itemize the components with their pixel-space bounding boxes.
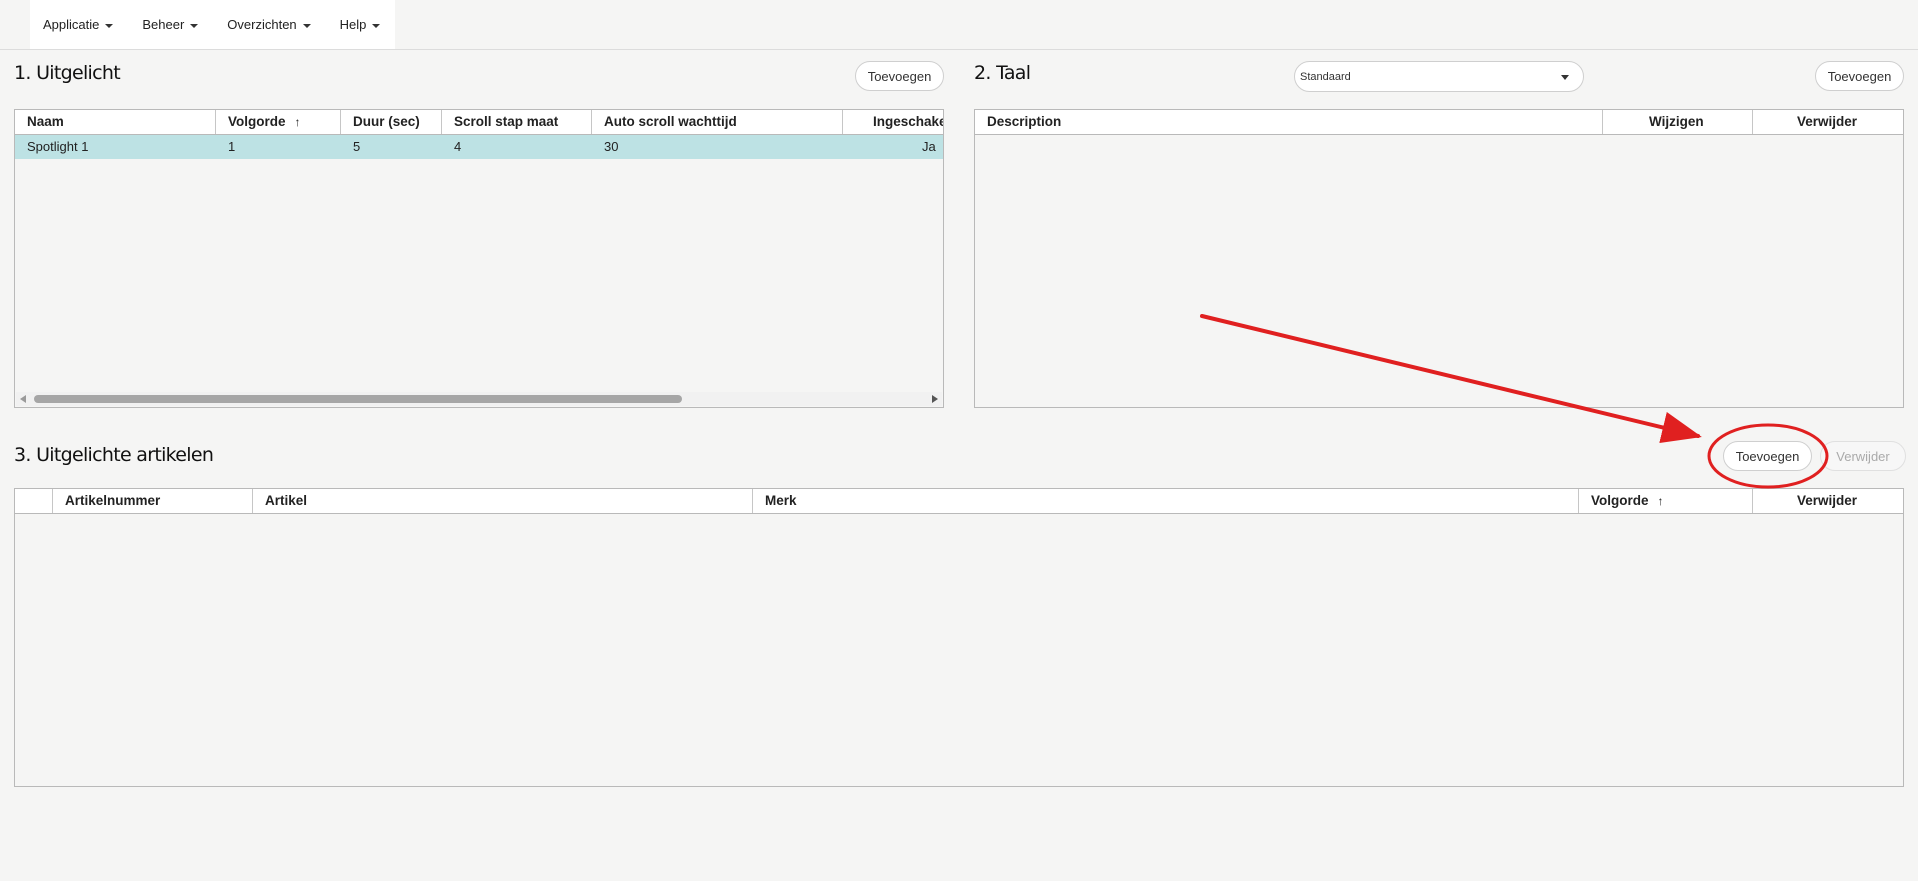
column-header-volgorde[interactable]: Volgorde ↑ — [216, 110, 341, 134]
column-header-auto-scroll-wachttijd[interactable]: Auto scroll wachttijd — [592, 110, 843, 134]
section-taal-title: 2. Taal — [974, 62, 1031, 84]
column-header-artikelnummer[interactable]: Artikelnummer — [53, 489, 253, 513]
taal-grid-header: Description Wijzigen Verwijder — [975, 110, 1903, 135]
menu-beheer[interactable]: Beheer — [142, 17, 199, 32]
menu-applicatie[interactable]: Applicatie — [43, 17, 114, 32]
cell-scroll-stap: 4 — [454, 139, 462, 154]
table-row[interactable]: Spotlight 1 1 5 4 30 Ja — [15, 135, 943, 159]
section-artikelen-title: 3. Uitgelichte artikelen — [14, 444, 214, 466]
caret-down-icon — [372, 23, 381, 28]
sort-ascending-icon: ↑ — [294, 115, 301, 129]
cell-volgorde: 1 — [228, 139, 236, 154]
menu-help-label: Help — [339, 17, 367, 32]
artikelen-remove-button[interactable]: Verwijder — [1820, 441, 1906, 471]
cell-ingeschakeld: Ja — [922, 139, 936, 154]
column-header-verwijder[interactable]: Verwijder — [1753, 489, 1903, 513]
uitgelicht-grid-header: Naam Volgorde ↑ Duur (sec) Scroll stap ma… — [15, 110, 943, 135]
cell-duur: 5 — [353, 139, 361, 154]
column-header-description[interactable]: Description — [975, 110, 1603, 134]
main-menu: Applicatie Beheer Overzichten Help — [30, 0, 396, 49]
top-navbar: Applicatie Beheer Overzichten Help — [0, 0, 1918, 50]
chevron-down-icon — [1561, 75, 1569, 80]
column-header-scroll-stap-maat[interactable]: Scroll stap maat — [442, 110, 592, 134]
scrollbar-thumb[interactable] — [34, 395, 682, 403]
caret-down-icon — [190, 23, 199, 28]
artikelen-add-button[interactable]: Toevoegen — [1723, 441, 1812, 471]
column-header-select[interactable] — [15, 489, 53, 513]
taal-select[interactable]: Standaard — [1294, 61, 1584, 92]
caret-down-icon — [302, 23, 311, 28]
sort-ascending-icon: ↑ — [1657, 494, 1664, 508]
column-header-merk[interactable]: Merk — [753, 489, 1579, 513]
section-uitgelicht-title: 1. Uitgelicht — [14, 62, 121, 84]
uitgelicht-add-button[interactable]: Toevoegen — [855, 61, 944, 91]
caret-down-icon — [105, 23, 114, 28]
artikelen-grid: Artikelnummer Artikel Merk Volgorde ↑ Ver… — [14, 488, 1904, 787]
scroll-left-icon[interactable] — [20, 395, 26, 403]
taal-add-button[interactable]: Toevoegen — [1815, 61, 1904, 91]
menu-applicatie-label: Applicatie — [43, 17, 100, 32]
menu-beheer-label: Beheer — [142, 17, 185, 32]
column-header-volgorde[interactable]: Volgorde ↑ — [1579, 489, 1753, 513]
column-header-duur[interactable]: Duur (sec) — [341, 110, 442, 134]
column-header-ingeschakeld[interactable]: Ingeschakeld — [843, 110, 943, 134]
column-header-wijzigen[interactable]: Wijzigen — [1603, 110, 1753, 134]
taal-grid: Description Wijzigen Verwijder — [974, 109, 1904, 408]
taal-select-value: Standaard — [1300, 70, 1351, 83]
column-header-naam[interactable]: Naam — [15, 110, 216, 134]
artikelen-grid-header: Artikelnummer Artikel Merk Volgorde ↑ Ver… — [15, 489, 1903, 514]
column-header-artikel[interactable]: Artikel — [253, 489, 753, 513]
menu-overzichten[interactable]: Overzichten — [227, 17, 311, 32]
column-header-verwijder[interactable]: Verwijder — [1753, 110, 1903, 134]
menu-overzichten-label: Overzichten — [227, 17, 297, 32]
menu-help[interactable]: Help — [340, 17, 381, 32]
cell-naam: Spotlight 1 — [27, 139, 89, 154]
cell-wachttijd: 30 — [604, 139, 619, 154]
uitgelicht-grid: Naam Volgorde ↑ Duur (sec) Scroll stap ma… — [14, 109, 944, 408]
horizontal-scrollbar[interactable] — [16, 392, 942, 406]
scroll-right-icon[interactable] — [932, 395, 938, 403]
